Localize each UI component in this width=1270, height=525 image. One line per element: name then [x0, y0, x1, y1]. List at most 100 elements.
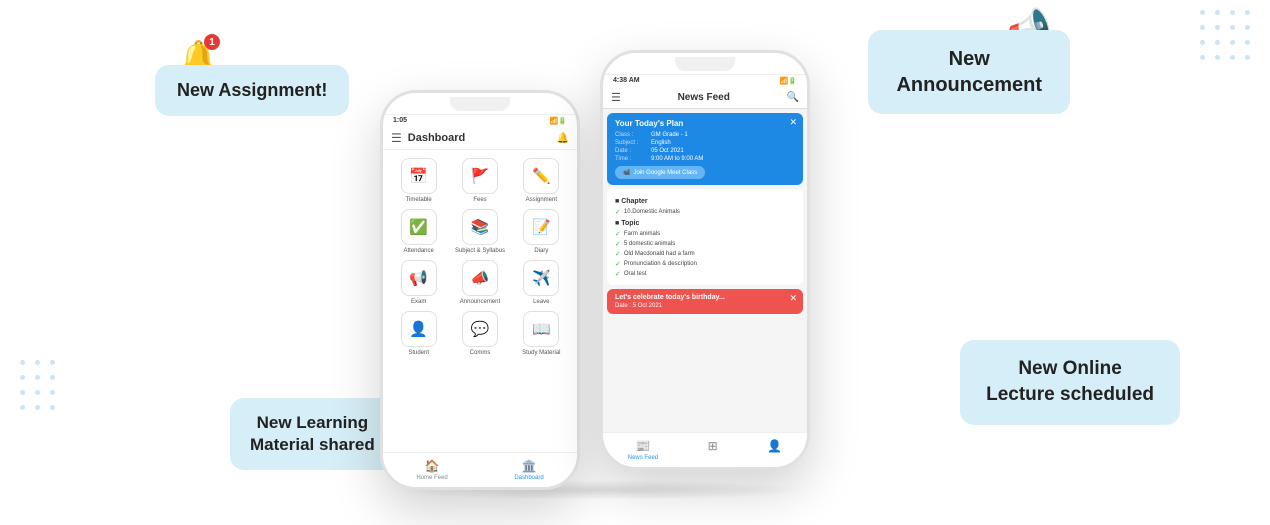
nav-newsfeed[interactable]: 📰 News Feed: [628, 439, 658, 461]
subject-value: English: [651, 140, 671, 146]
phone-dashboard: 1:05 📶🔋 ☰ Dashboard 🔔 📅 Timetable 🚩 Fees…: [380, 90, 580, 490]
announcement-line1: New: [949, 48, 990, 70]
app-item[interactable]: ✏️ Assignment: [514, 158, 569, 203]
join-meet-button[interactable]: 📹 Join Google Meet Class: [615, 166, 705, 179]
plan-close-icon[interactable]: ✕: [789, 117, 797, 128]
topic-text: Farm animals: [624, 231, 660, 237]
app-icon: 📅: [401, 158, 437, 194]
app-item[interactable]: ✅ Attendance: [391, 209, 446, 254]
home-icon: 🏠: [425, 459, 440, 473]
app-label: Student: [408, 350, 429, 356]
app-icon: 📢: [401, 260, 437, 296]
date-label: Date :: [615, 148, 647, 154]
chapter-item: ✓ 10.Domestic Animals: [615, 207, 795, 217]
topic-section: ■ Topic: [615, 220, 795, 227]
app-item[interactable]: 👤 Student: [391, 311, 446, 356]
app-item[interactable]: 📖 Study Material: [514, 311, 569, 356]
check-icon: ✓: [615, 208, 621, 216]
dashboard-header: ☰ Dashboard 🔔: [383, 127, 577, 150]
topic-check-icon: ✓: [615, 250, 621, 258]
time-value: 9:00 AM to 9:00 AM: [651, 156, 703, 162]
app-label: Exam: [411, 299, 426, 305]
app-item[interactable]: ✈️ Leave: [514, 260, 569, 305]
app-item[interactable]: 💬 Comms: [452, 311, 507, 356]
app-label: Attendance: [403, 248, 433, 254]
grid-nav-icon: ⊞: [708, 439, 718, 453]
nav-grid[interactable]: ⊞: [708, 439, 718, 461]
newsfeed-nav-icon: 📰: [635, 439, 650, 453]
assignment-label: New Assignment!: [177, 80, 327, 100]
birthday-close-icon[interactable]: ✕: [789, 293, 797, 304]
topic-text: 5 domestic animals: [624, 241, 675, 247]
topic-item: ✓Old Macdonald had a farm: [615, 249, 795, 259]
phone1-notch: [450, 97, 510, 111]
birthday-date: Date : 5 Oct 2021: [615, 303, 795, 309]
app-item[interactable]: 📝 Diary: [514, 209, 569, 254]
newsfeed-screen: ☰ News Feed 🔍 Your Today's Plan ✕ Class …: [603, 87, 807, 470]
plan-subject-row: Subject : English: [615, 140, 795, 146]
learning-line1: New Learning: [257, 413, 368, 432]
phone1-status: 1:05 📶🔋: [383, 115, 577, 127]
app-icon: ✏️: [523, 158, 559, 194]
app-icon: 📚: [462, 209, 498, 245]
plan-class-row: Class : GM Grade - 1: [615, 132, 795, 138]
topic-label: Topic: [621, 220, 639, 227]
nav-dashboard-label: Dashboard: [514, 475, 543, 481]
phone-newsfeed: 4:38 AM 📶🔋 ☰ News Feed 🔍 Your Today's Pl…: [600, 50, 810, 470]
lecture-callout: New Online Lecture scheduled: [960, 340, 1180, 425]
app-item[interactable]: 📣 Announcement: [452, 260, 507, 305]
nav-dashboard[interactable]: 🏛️ Dashboard: [514, 459, 543, 481]
topic-text: Old Macdonald had a farm: [624, 251, 695, 257]
menu-icon: ☰: [391, 131, 402, 145]
phone2-time: 4:38 AM: [613, 77, 640, 85]
newsfeed-title: News Feed: [626, 92, 782, 103]
app-label: Assignment: [526, 197, 557, 203]
chapter-label: Chapter: [621, 198, 647, 205]
app-label: Announcement: [460, 299, 500, 305]
topic-text: Pronunciation & description: [624, 261, 697, 267]
nav-home-feed[interactable]: 🏠 Home Feed: [416, 459, 447, 481]
topic-item: ✓5 domestic animals: [615, 239, 795, 249]
nf-search-icon[interactable]: 🔍: [787, 92, 799, 103]
app-icon: 💬: [462, 311, 498, 347]
nav-profile[interactable]: 👤: [767, 439, 782, 461]
newsfeed-nav-label: News Feed: [628, 455, 658, 461]
nav-home-label: Home Feed: [416, 475, 447, 481]
app-item[interactable]: 📚 Subject & Syllabus: [452, 209, 507, 254]
phone1-time: 1:05: [393, 117, 407, 125]
notif-icon: 🔔: [557, 133, 569, 144]
topic-check-icon: ✓: [615, 240, 621, 248]
class-label: Class :: [615, 132, 647, 138]
topic-item: ✓Farm animals: [615, 229, 795, 239]
topic-item: ✓Oral test: [615, 269, 795, 279]
app-label: Leave: [533, 299, 549, 305]
phones-area: 1:05 📶🔋 ☰ Dashboard 🔔 📅 Timetable 🚩 Fees…: [360, 30, 940, 510]
app-item[interactable]: 🚩 Fees: [452, 158, 507, 203]
app-icon: 🚩: [462, 158, 498, 194]
phone2-notch: [675, 57, 735, 71]
phone1-top-bar: [383, 93, 577, 115]
app-item[interactable]: 📢 Exam: [391, 260, 446, 305]
app-item[interactable]: 📅 Timetable: [391, 158, 446, 203]
subject-label: Subject :: [615, 140, 647, 146]
newsfeed-bottom-nav[interactable]: 📰 News Feed ⊞ 👤: [603, 432, 807, 467]
app-icon: ✅: [401, 209, 437, 245]
app-icon: 📝: [523, 209, 559, 245]
phone2-status-icons: 📶🔋: [780, 77, 797, 85]
profile-nav-icon: 👤: [767, 439, 782, 453]
nf-menu-icon: ☰: [611, 91, 621, 104]
meet-icon: 📹: [623, 169, 630, 176]
app-label: Subject & Syllabus: [455, 248, 505, 254]
learning-line2: Material shared: [250, 435, 375, 454]
lecture-line2: Lecture scheduled: [986, 384, 1154, 405]
app-label: Study Material: [522, 350, 560, 356]
class-value: GM Grade - 1: [651, 132, 688, 138]
dashboard-bottom-nav[interactable]: 🏠 Home Feed 🏛️ Dashboard: [383, 452, 577, 487]
dashboard-title: Dashboard: [408, 132, 465, 144]
topic-check-icon: ✓: [615, 270, 621, 278]
app-label: Diary: [534, 248, 548, 254]
app-label: Fees: [473, 197, 486, 203]
phone1-status-icons: 📶🔋: [550, 117, 567, 125]
newsfeed-header: ☰ News Feed 🔍: [603, 87, 807, 109]
lecture-line1: New Online: [1018, 358, 1121, 379]
